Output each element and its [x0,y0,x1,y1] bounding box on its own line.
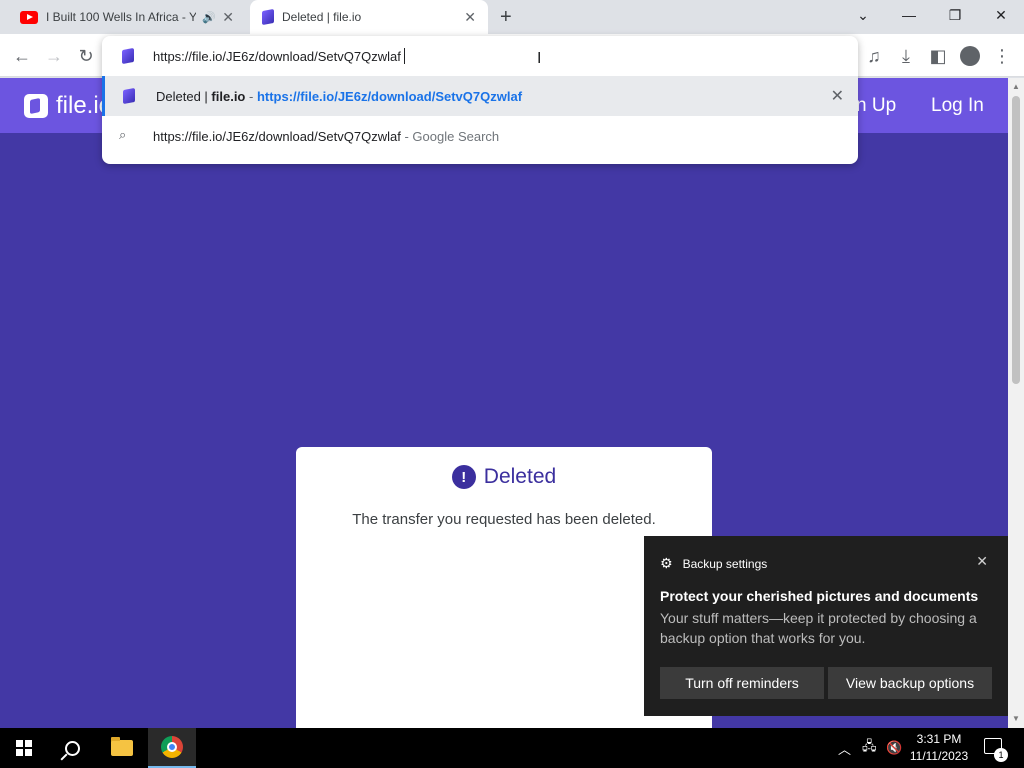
suggestion-title-bold: file.io [211,88,246,104]
taskbar-search-button[interactable] [48,728,96,768]
toast-body: Your stuff matters—keep it protected by … [660,610,977,646]
folder-icon [111,737,133,756]
tab-title: I Built 100 Wells In Africa - Yo [46,10,196,24]
volume-tray[interactable]: 🔇 [886,728,902,768]
backup-toast: ⚙ Backup settings ✕ Protect your cherish… [644,536,1008,716]
suggestion-text: https://file.io/JE6z/download/SetvQ7Qzwl… [153,129,499,144]
address-input[interactable]: https://file.io/JE6z/download/SetvQ7Qzwl… [153,49,401,64]
login-link[interactable]: Log In [931,95,984,117]
search-icon [64,740,80,756]
tab-fileio[interactable]: Deleted | file.io ✕ [250,0,488,34]
fileio-icon [122,47,134,65]
scroll-up-icon[interactable]: ▲ [1012,82,1020,91]
youtube-icon [20,10,38,24]
tab-close-icon[interactable]: ✕ [464,9,476,26]
menu-icon[interactable]: ⋮ [988,42,1016,70]
suggestion-text: Deleted | file.io - https://file.io/JE6z… [156,89,522,104]
text-cursor-icon: I [537,50,542,67]
toast-header: ⚙ Backup settings [660,555,767,572]
toast-close-button[interactable]: ✕ [976,553,988,570]
clock-date: 11/11/2023 [909,749,969,763]
gear-icon: ⚙ [660,555,673,571]
fileio-icon [123,87,135,105]
view-backup-options-button[interactable]: View backup options [828,667,992,699]
forward-button[interactable]: → [40,42,68,70]
file-explorer-button[interactable] [98,728,146,768]
speaker-icon[interactable]: 🔊 [202,11,216,24]
card-header: ! Deleted [296,465,712,489]
network-icon: 🖧 [862,738,877,753]
suggestion-query: https://file.io/JE6z/download/SetvQ7Qzwl… [153,128,401,144]
search-icon: ⌕ [119,127,127,142]
taskbar: ︿ 🖧 🔇 3:31 PM 11/11/2023 1 [0,728,1024,768]
volume-muted-icon: 🔇 [886,740,903,755]
show-hidden-icons[interactable]: ︿ [838,728,851,768]
suggestion-suffix: - Google Search [400,128,500,144]
signup-link[interactable]: n Up [856,95,896,117]
card-title: Deleted [483,465,557,488]
site-logo[interactable]: file.io [24,92,112,120]
remove-suggestion-icon[interactable]: ✕ [831,86,844,106]
address-bar[interactable]: https://file.io/JE6z/download/SetvQ7Qzwl… [102,36,858,76]
reload-button[interactable]: ↻ [72,42,100,70]
tab-search-button[interactable]: ⌄ [840,0,886,30]
fileio-icon [262,8,274,26]
fileio-logo-icon [24,94,48,118]
network-tray[interactable]: 🖧 [862,728,877,768]
clock-time: 3:31 PM [916,732,962,746]
tab-strip: I Built 100 Wells In Africa - Yo 🔊 ✕ Del… [0,0,1024,34]
taskbar-clock[interactable]: 3:31 PM 11/11/2023 [904,731,974,765]
card-message: The transfer you requested has been dele… [352,511,656,528]
media-control-icon[interactable]: ♫ [860,42,888,70]
new-tab-button[interactable]: + [500,6,512,29]
minimize-button[interactable]: — [886,0,932,30]
download-icon[interactable]: ⤓ [892,42,920,70]
scroll-thumb[interactable] [1012,96,1020,384]
start-button[interactable] [0,728,48,768]
text-caret [403,48,405,64]
chrome-taskbar-button[interactable] [148,728,196,768]
omnibox-dropdown: https://file.io/JE6z/download/SetvQ7Qzwl… [102,36,858,164]
tab-title: Deleted | file.io [282,10,362,24]
suggestion-url: https://file.io/JE6z/download/SetvQ7Qzwl… [256,88,523,104]
window-close-button[interactable]: ✕ [978,0,1024,30]
tab-close-icon[interactable]: ✕ [222,9,234,26]
back-button[interactable]: ← [8,42,36,70]
suggestion-separator: - [245,88,257,104]
alert-icon: ! [451,465,476,489]
toast-title: Protect your cherished pictures and docu… [660,588,979,604]
suggestion-search[interactable]: ⌕ https://file.io/JE6z/download/SetvQ7Qz… [102,116,858,156]
page-scrollbar[interactable]: ▲ ▼ [1008,78,1024,728]
profile-avatar[interactable] [956,42,984,70]
turn-off-reminders-button[interactable]: Turn off reminders [660,667,824,699]
windows-icon [16,740,32,756]
scroll-down-icon[interactable]: ▼ [1012,714,1020,723]
toast-app-name: Backup settings [682,556,768,571]
restore-button[interactable]: ❐ [932,0,978,30]
chrome-icon [161,736,183,758]
suggestion-title: Deleted | [156,88,212,104]
side-panel-icon[interactable]: ◧ [924,42,952,70]
notification-badge: 1 [994,748,1008,762]
suggestion-history[interactable]: Deleted | file.io - https://file.io/JE6z… [102,76,858,116]
chevron-up-icon: ︿ [838,741,852,757]
tab-youtube[interactable]: I Built 100 Wells In Africa - Yo 🔊 ✕ [8,0,246,34]
